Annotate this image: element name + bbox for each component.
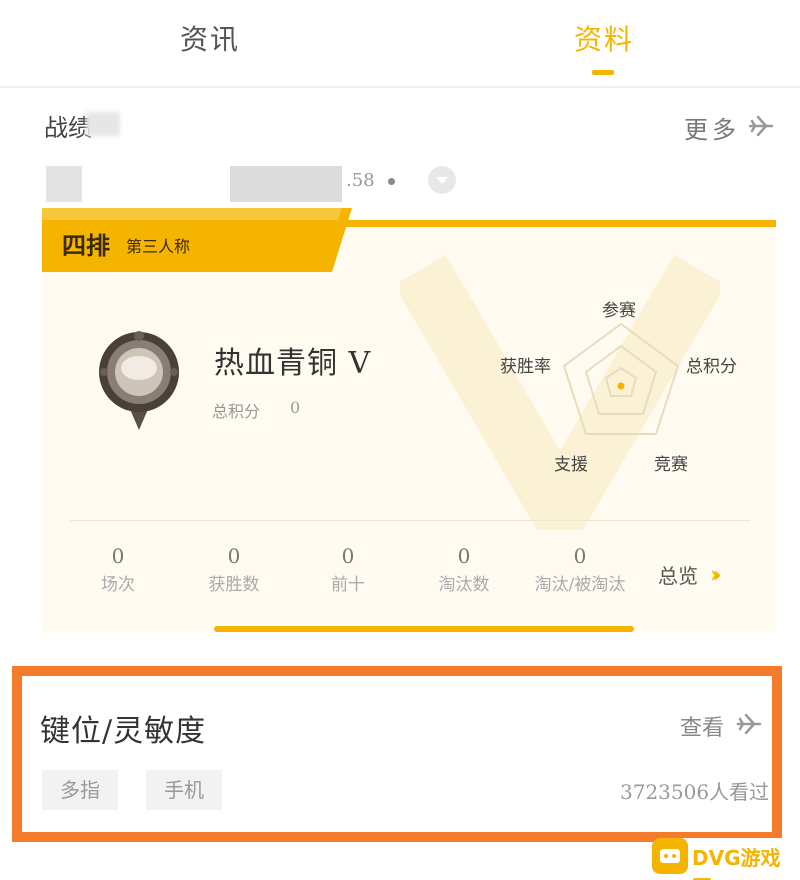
radar-label-support: 支援 xyxy=(554,455,588,475)
tab-news[interactable]: 资讯 xyxy=(180,18,240,58)
keybind-sensitivity-card[interactable] xyxy=(12,666,782,842)
card-bottom-accent xyxy=(214,626,634,632)
card-top-accent xyxy=(300,220,776,227)
double-chevron-right-icon[interactable]: ›› xyxy=(710,562,721,588)
stat-eliminations: 0 淘汰数 xyxy=(414,544,514,595)
stat-value: 0 xyxy=(573,544,587,568)
plane-icon[interactable] xyxy=(734,710,764,740)
blurred-avatar xyxy=(46,166,82,202)
card-divider xyxy=(70,520,750,521)
stat-value: 0 xyxy=(341,544,355,568)
total-score-value: 0 xyxy=(290,398,301,417)
view-link[interactable]: 查看 xyxy=(680,710,724,742)
keybind-title: 键位/灵敏度 xyxy=(40,714,207,749)
watermark-logo-icon xyxy=(652,838,688,874)
plane-icon[interactable] xyxy=(746,112,776,142)
tab-data[interactable]: 资料 xyxy=(574,18,634,58)
record-section-title: 战绩 xyxy=(44,114,92,142)
dropdown-toggle-icon[interactable] xyxy=(428,166,456,194)
stat-kd-ratio: 0 淘汰/被淘汰 xyxy=(520,544,640,595)
active-tab-indicator xyxy=(592,70,614,75)
stat-label: 淘汰/被淘汰 xyxy=(534,575,626,595)
stat-label: 获胜数 xyxy=(208,575,260,595)
radar-label-participate: 参赛 xyxy=(602,301,636,321)
stat-matches: 0 场次 xyxy=(68,544,168,595)
rank-badge-icon xyxy=(99,331,179,430)
stat-value: 0 xyxy=(227,544,241,568)
stat-label: 淘汰数 xyxy=(438,575,490,595)
radar-label-compete: 竞赛 xyxy=(654,455,688,475)
more-link[interactable]: 更多 xyxy=(684,110,740,145)
stat-label: 前十 xyxy=(331,575,365,595)
watermark-text: DVG游戏网 xyxy=(692,846,781,880)
perspective-label: 第三人称 xyxy=(126,237,191,256)
mode-label: 四排 xyxy=(62,231,110,260)
view-count: 3723506人看过 xyxy=(620,780,770,804)
overview-link[interactable]: 总览 xyxy=(658,560,698,589)
tag-phone[interactable]: 手机 xyxy=(146,770,222,810)
radar-label-total-score: 总积分 xyxy=(686,357,737,377)
stat-value: 0 xyxy=(111,544,125,568)
stat-value: 0 xyxy=(457,544,471,568)
total-score-label: 总积分 xyxy=(212,402,261,421)
separator-dot xyxy=(388,178,395,185)
blurred-player-id xyxy=(230,166,342,202)
stat-wins: 0 获胜数 xyxy=(184,544,284,595)
blurred-overlay xyxy=(86,112,120,136)
tag-multi-finger[interactable]: 多指 xyxy=(42,770,118,810)
stat-top-ten: 0 前十 xyxy=(298,544,398,595)
radar-chart xyxy=(562,322,680,435)
rank-name: 热血青铜 V xyxy=(214,346,372,381)
radar-label-win-rate: 获胜率 xyxy=(500,357,551,377)
player-id-suffix: .58 xyxy=(346,170,375,191)
top-tab-bar: 资讯 资料 xyxy=(0,0,800,88)
stat-label: 场次 xyxy=(101,575,135,595)
